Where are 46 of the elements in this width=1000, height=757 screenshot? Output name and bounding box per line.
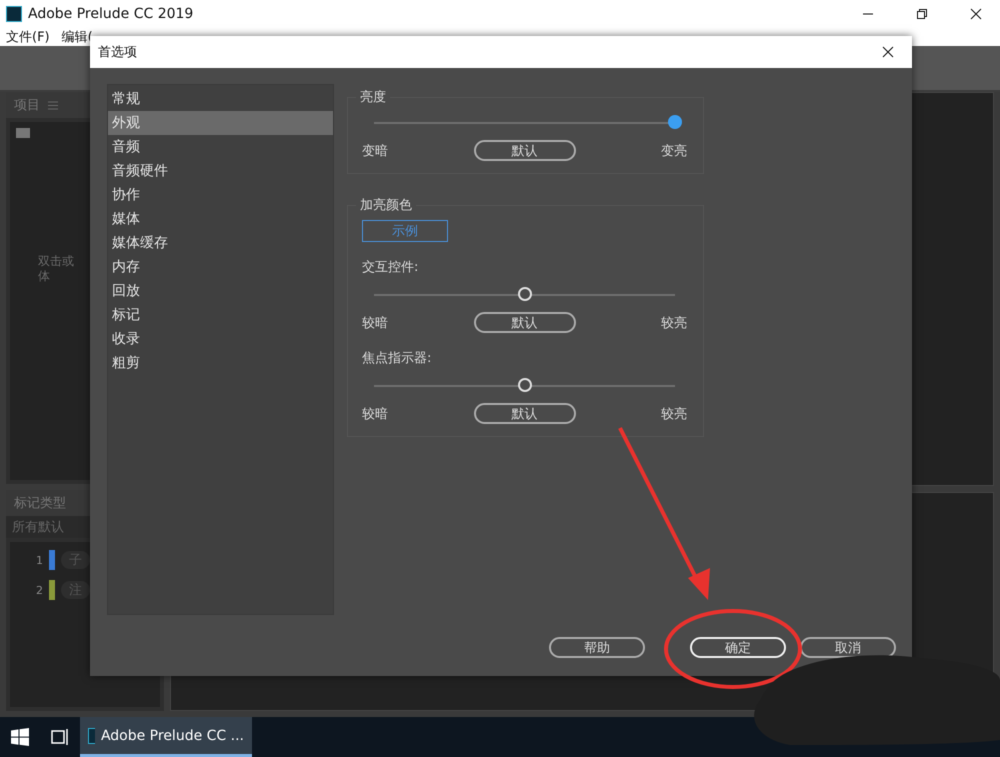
category-item[interactable]: 媒体	[108, 207, 333, 231]
category-item[interactable]: 媒体缓存	[108, 231, 333, 255]
panel-title: 项目	[14, 97, 40, 114]
group-title: 加亮颜色	[359, 197, 413, 214]
taskbar-app[interactable]: Adobe Prelude CC ...	[80, 717, 252, 757]
category-item[interactable]: 音频	[108, 135, 333, 159]
close-icon	[970, 8, 982, 20]
slider-thumb[interactable]	[668, 115, 682, 129]
slider-thumb[interactable]	[518, 378, 532, 392]
app-icon	[88, 728, 95, 744]
dialog-title: 首选项	[98, 44, 138, 61]
category-item[interactable]: 标记	[108, 303, 333, 327]
dialog-button[interactable]: 帮助	[549, 637, 645, 658]
windows-icon	[11, 728, 29, 746]
category-item[interactable]: 粗剪	[108, 351, 333, 375]
category-item[interactable]: 内存	[108, 255, 333, 279]
slider-high-label: 较亮	[661, 314, 687, 332]
panel-title: 标记类型	[14, 495, 66, 512]
slider-low-label: 较暗	[362, 314, 388, 332]
row-number: 2	[36, 584, 43, 596]
category-item[interactable]: 协作	[108, 183, 333, 207]
category-item[interactable]: 收录	[108, 327, 333, 351]
default-button[interactable]: 默认	[474, 403, 576, 424]
empty-hint: 双击或 体	[38, 254, 74, 284]
slider-label: 交互控件:	[362, 259, 420, 276]
slider-low-label: 变暗	[362, 142, 388, 160]
window-title: Adobe Prelude CC 2019	[28, 6, 194, 22]
task-view-icon	[50, 728, 70, 746]
menu-item[interactable]: 文件(F)	[6, 28, 50, 46]
restore-icon	[916, 8, 928, 20]
app-logo	[6, 6, 22, 22]
category-item[interactable]: 常规	[108, 87, 333, 111]
default-button[interactable]: 默认	[474, 312, 576, 333]
dialog-button[interactable]: 确定	[690, 637, 786, 658]
category-item[interactable]: 音频硬件	[108, 159, 333, 183]
group-title: 亮度	[359, 89, 387, 106]
category-item[interactable]: 回放	[108, 279, 333, 303]
slider-high-label: 变亮	[661, 142, 687, 160]
slider-label: 焦点指示器:	[362, 350, 432, 367]
default-button[interactable]: 默认	[474, 140, 576, 161]
slider-thumb[interactable]	[518, 287, 532, 301]
row-number: 1	[36, 554, 43, 566]
category-item[interactable]: 外观	[108, 111, 333, 135]
close-icon	[882, 46, 894, 58]
slider-high-label: 较亮	[661, 406, 687, 422]
slider-low-label: 较暗	[362, 406, 388, 422]
